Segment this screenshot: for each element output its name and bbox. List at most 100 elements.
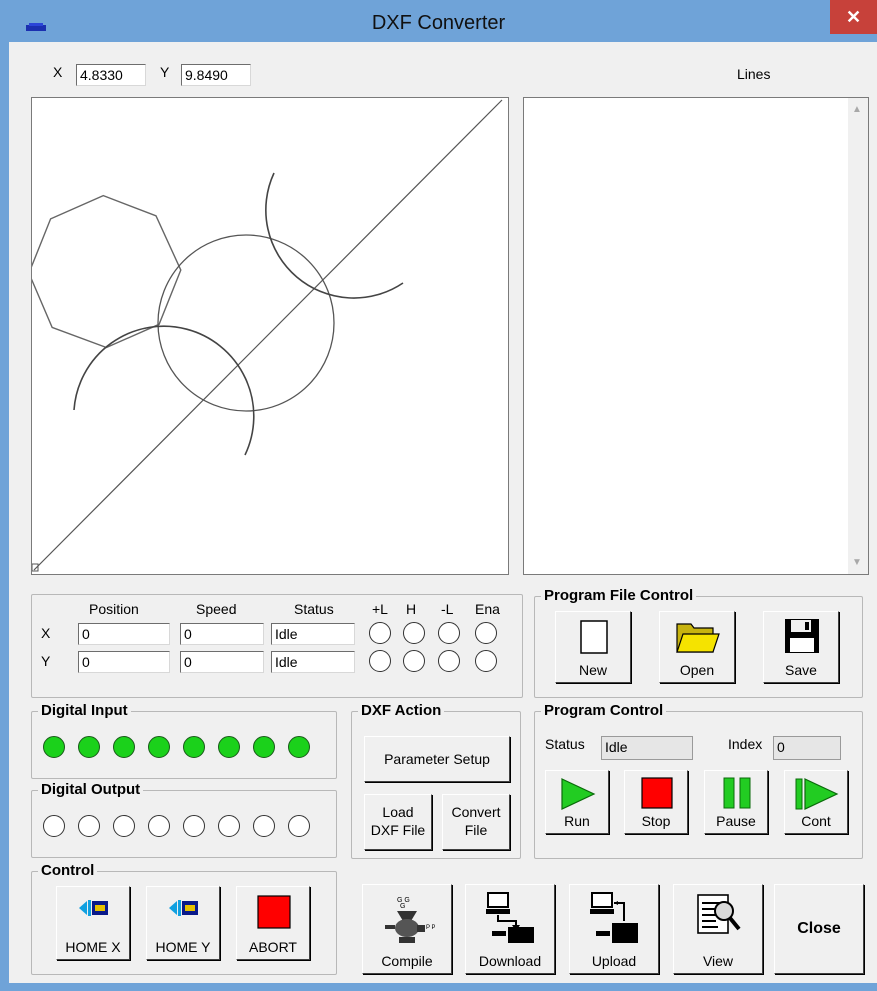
svg-text:P P: P P [426, 925, 435, 931]
drawing-canvas[interactable] [31, 97, 509, 575]
lines-scrollbar[interactable]: ▲ ▼ [848, 98, 868, 574]
digital-input-led-1 [78, 736, 100, 758]
window-close-button[interactable]: ✕ [830, 0, 877, 34]
save-button-label: Save [785, 662, 817, 678]
svg-text:G: G [400, 903, 405, 910]
home-x-button[interactable]: HOME X [56, 886, 130, 960]
x-enable-led [475, 622, 497, 644]
digital-output-led-3 [148, 815, 170, 837]
upload-icon [590, 892, 638, 943]
y-coord-field[interactable]: 9.8490 [181, 64, 251, 86]
abort-button[interactable]: ABORT [236, 886, 310, 960]
arc-shape-upper [265, 172, 404, 299]
digital-input-led-2 [113, 736, 135, 758]
digital-output-led-2 [113, 815, 135, 837]
title-bar: DXF Converter ✕ [0, 0, 877, 42]
status-label: Status [545, 736, 585, 752]
save-button[interactable]: Save [763, 611, 839, 683]
lines-list[interactable]: ▲ ▼ [523, 97, 869, 575]
open-button-label: Open [679, 662, 715, 678]
open-button[interactable]: Open [659, 611, 735, 683]
status-header: Status [294, 601, 334, 617]
home-y-button[interactable]: HOME Y [146, 886, 220, 960]
continue-button[interactable]: Cont [784, 770, 848, 834]
y-status-field[interactable]: Idle [271, 651, 355, 673]
load-line2: DXF File [370, 822, 426, 838]
axis-status-panel: Position Speed Status +L H -L Ena X 0 0 … [31, 594, 523, 698]
y-enable-led [475, 650, 497, 672]
y-plus-limit-led [369, 650, 391, 672]
view-magnifier-icon [697, 894, 741, 934]
program-control-group: Program Control Status Idle Index 0 Run … [534, 702, 863, 859]
digital-input-led-0 [43, 736, 65, 758]
new-file-icon [580, 620, 608, 654]
client-area: X 4.8330 Y 9.8490 Lines ▲ ▼ Position Spe… [9, 42, 877, 983]
home-y-button-label: HOME Y [155, 939, 211, 955]
digital-input-title: Digital Input [38, 702, 131, 719]
open-folder-icon [676, 623, 720, 653]
dxf-drawing [32, 99, 503, 572]
new-button[interactable]: New [555, 611, 631, 683]
enable-header: Ena [475, 601, 500, 617]
convert-file-button[interactable]: Convert File [442, 794, 510, 850]
home-x-icon [79, 900, 108, 916]
window-title: DXF Converter [371, 12, 506, 34]
digital-output-title: Digital Output [38, 781, 144, 798]
compile-button[interactable]: G G G P P Compile [362, 884, 452, 974]
digital-output-led-1 [78, 815, 100, 837]
home-header: H [406, 601, 417, 617]
download-button-label: Download [478, 953, 542, 969]
digital-input-group: Digital Input [31, 702, 337, 779]
dxf-action-group: DXF Action Parameter Setup Load DXF File… [351, 702, 521, 859]
x-position-field[interactable]: 0 [78, 623, 170, 645]
x-speed-field[interactable]: 0 [180, 623, 264, 645]
pause-button[interactable]: Pause [704, 770, 768, 834]
speed-header: Speed [196, 601, 237, 617]
minus-limit-header: -L [441, 601, 454, 617]
axis-x-label: X [41, 625, 51, 641]
stop-button[interactable]: Stop [624, 770, 688, 834]
circle-shape [157, 234, 335, 412]
axis-y-label: Y [41, 653, 51, 669]
y-minus-limit-led [438, 650, 460, 672]
run-button[interactable]: Run [545, 770, 609, 834]
y-position-field[interactable]: 0 [78, 651, 170, 673]
program-file-control-group: Program File Control New Open Save [534, 587, 863, 698]
parameter-setup-button[interactable]: Parameter Setup [364, 736, 510, 782]
digital-input-led-4 [183, 736, 205, 758]
digital-output-led-4 [183, 815, 205, 837]
scroll-down-icon[interactable]: ▼ [852, 557, 862, 568]
program-control-title: Program Control [541, 702, 667, 719]
load-dxf-file-button[interactable]: Load DXF File [364, 794, 432, 850]
load-line1: Load [382, 804, 414, 820]
digital-output-group: Digital Output [31, 781, 337, 858]
continue-icon [795, 778, 839, 810]
close-button[interactable]: Close [774, 884, 864, 974]
y-speed-field[interactable]: 0 [180, 651, 264, 673]
view-button[interactable]: View [673, 884, 763, 974]
y-coord-label: Y [160, 64, 170, 80]
control-group: Control HOME X HOME Y ABORT [31, 862, 337, 975]
lines-label: Lines [737, 66, 771, 82]
view-button-label: View [702, 953, 734, 969]
compile-button-label: Compile [381, 953, 433, 969]
program-status-field[interactable]: Idle [601, 736, 693, 760]
x-home-led [403, 622, 425, 644]
home-y-icon [169, 900, 198, 916]
digital-output-led-7 [288, 815, 310, 837]
convert-line1: Convert [451, 804, 501, 820]
scroll-up-icon[interactable]: ▲ [852, 104, 862, 115]
index-label: Index [728, 736, 763, 752]
x-coord-field[interactable]: 4.8330 [76, 64, 146, 86]
x-status-field[interactable]: Idle [271, 623, 355, 645]
upload-button[interactable]: Upload [569, 884, 659, 974]
compile-grinder-icon: G G G P P [385, 897, 435, 943]
continue-button-label: Cont [801, 813, 831, 829]
digital-input-led-7 [288, 736, 310, 758]
program-file-control-title: Program File Control [541, 587, 697, 604]
program-index-field[interactable]: 0 [773, 736, 841, 760]
download-button[interactable]: Download [465, 884, 555, 974]
dxf-action-title: DXF Action [358, 702, 445, 719]
x-minus-limit-led [438, 622, 460, 644]
position-header: Position [89, 601, 139, 617]
